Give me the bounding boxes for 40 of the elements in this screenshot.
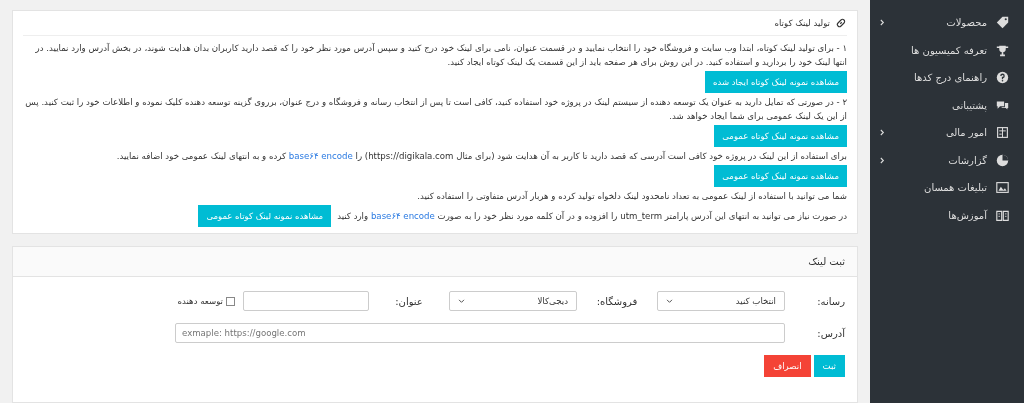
sidebar-item[interactable]: تعرفه کمیسیون ها bbox=[870, 36, 1024, 64]
guide-text: در صورت نیاز می توانید به انتهای این آدرس پارامتر utm_term را افزوده و در آن کلمه مورد نظر خود را به صورت bbox=[437, 211, 847, 221]
image-icon bbox=[996, 181, 1009, 195]
field-label: عنوان: bbox=[394, 295, 424, 307]
guide-text: برای استفاده از این لینک در پروژه خود کافی است آدرسی که قصد دارید تا کاربر به آن هدایت شود (برای مثال https://digikala.com) را bbox=[355, 151, 847, 161]
guide-text: شما می توانید با استفاده از لینک عمومی به تعداد نامحدود لینک دلخواه تولید کرده و هربار آدرس متفاوتی را استفاده کنید. bbox=[417, 191, 847, 201]
field-label: فروشگاه: bbox=[595, 295, 639, 307]
sidebar-item[interactable]: گزارشات bbox=[870, 146, 1024, 174]
pie-icon bbox=[996, 153, 1009, 167]
tag-icon bbox=[996, 16, 1009, 30]
address-field[interactable]: exmaple: https://google.com bbox=[175, 323, 785, 343]
trophy-icon bbox=[996, 43, 1009, 57]
card-title: تولید لینک کوتاه bbox=[774, 18, 830, 28]
guide-text: ۲ - در صورتی که تمایل دارید به عنوان یک توسعه دهنده از سیستم لینک در پروژه خود استفاده کنید، کافی است تا پس از انتخاب رسانه و فروشگاه و درج عنوان، برروی گزینه توسعه دهنده کلیک نموده و اطلاعات خود را ثبت کنید. پس از این یک لینک عمومی برای شما ایجاد خواهد شد. bbox=[25, 97, 847, 121]
caret-icon bbox=[458, 298, 465, 304]
sidebar-item[interactable]: تبلیغات همسان bbox=[870, 174, 1024, 202]
field-label: رسانه: bbox=[816, 295, 845, 307]
guide-text: وارد کنید bbox=[337, 211, 369, 221]
cancel-button[interactable]: انصراف bbox=[764, 355, 811, 377]
media-select[interactable]: انتخاب کنید bbox=[657, 291, 785, 311]
sidebar-item[interactable]: محصولات bbox=[870, 9, 1024, 37]
chat-icon bbox=[996, 98, 1009, 112]
caret-icon bbox=[666, 298, 673, 304]
checkbox-label: توسعه دهنده bbox=[177, 296, 223, 306]
field-label: آدرس: bbox=[816, 327, 845, 339]
book-icon bbox=[996, 208, 1009, 222]
sidebar-item[interactable]: پشتیبانی bbox=[870, 91, 1024, 119]
encode-link[interactable]: base۶۴ encode bbox=[370, 211, 435, 221]
title-field[interactable] bbox=[243, 291, 369, 311]
guide-text: ۱ - برای تولید لینک کوتاه، ابتدا وب سایت و فروشگاه خود را انتخاب نمایید و در قسمت عنوان، نامی برای لینک خود درج کنید و سپس آدرس مورد نظر خود را که قصد دارید کاربران بدان هدایت شوند، در بخش آدرس وارد نمایید. در انتها لینک خود را بردارید و استفاده کنید. در این روش برای هر صفحه باید از این قسمت یک لینک کوتاه ایجاد کنید. bbox=[35, 43, 847, 67]
sidebar-item[interactable]: آموزش‌ها bbox=[870, 201, 1024, 229]
store-select[interactable]: دیجی‌کالا bbox=[449, 291, 577, 311]
sidebar-item[interactable]: امور مالی bbox=[870, 119, 1024, 147]
encode-link[interactable]: base۶۴ encode bbox=[288, 151, 353, 161]
developer-checkbox[interactable] bbox=[226, 296, 235, 306]
sidebar-item[interactable]: راهنمای درج کدها bbox=[870, 64, 1024, 92]
link-icon bbox=[835, 17, 847, 29]
card-title: ثبت لینک bbox=[808, 256, 845, 267]
question-icon bbox=[996, 71, 1009, 85]
guide-text: کرده و به انتهای لینک عمومی خود اضافه نمایید. bbox=[116, 151, 287, 161]
